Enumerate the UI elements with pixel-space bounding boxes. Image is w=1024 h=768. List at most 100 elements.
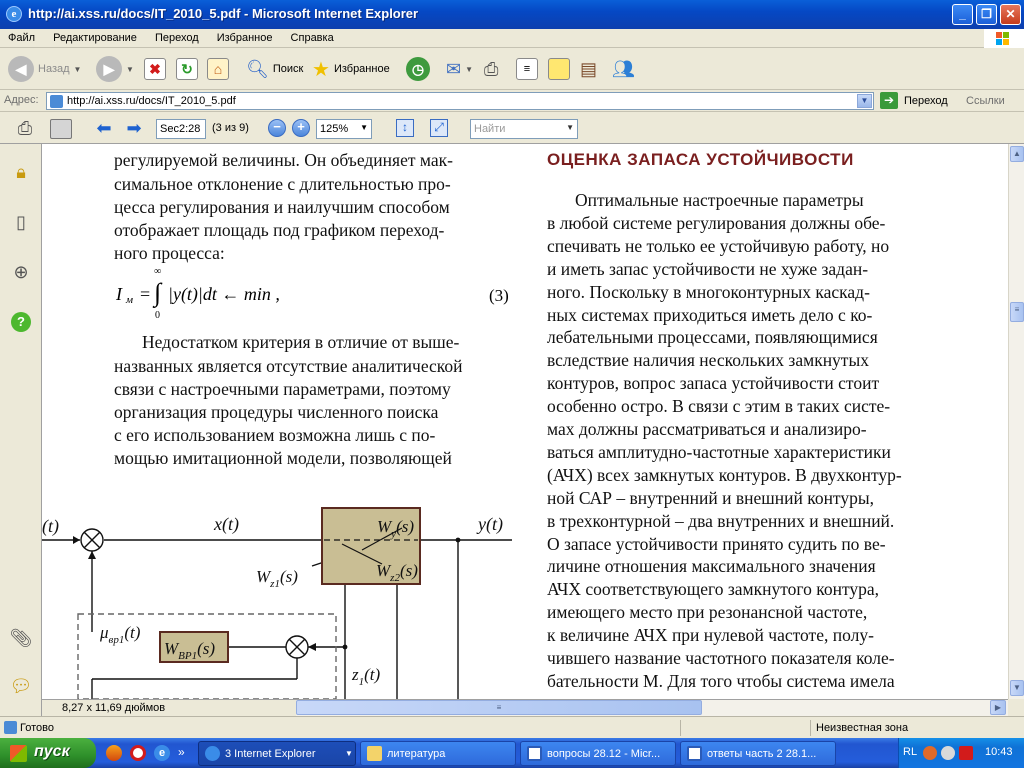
address-input[interactable]: http://ai.xss.ru/docs/IT_2010_5.pdf ▼ (46, 92, 874, 110)
forward-arrow-icon: ▶ (96, 56, 122, 82)
col1-line: симальное отклонение с длительностью про… (114, 174, 451, 194)
firefox-icon[interactable] (106, 745, 122, 761)
menu-help[interactable]: Справка (283, 29, 341, 44)
help-icon[interactable]: ? (9, 310, 33, 334)
discuss-button[interactable] (548, 53, 570, 85)
col2-line: имеющего место при резонансной частоте, (547, 602, 868, 623)
links-label[interactable]: Ссылки (966, 95, 1005, 107)
fit-width-icon[interactable]: ↕ (396, 119, 414, 137)
prev-page-icon[interactable]: ⬅ (94, 119, 114, 137)
minimize-button[interactable]: _ (952, 4, 973, 25)
find-input[interactable]: Найти ▼ (470, 119, 578, 139)
zoom-out-icon[interactable]: − (268, 119, 286, 137)
svg-text:x(t): x(t) (213, 514, 239, 535)
show-desktop-icon[interactable]: » (178, 745, 192, 761)
page-number-input[interactable]: Sec2:28 (156, 119, 206, 139)
forward-button[interactable]: ▶ ▼ (96, 53, 134, 85)
word-icon (687, 746, 702, 761)
language-indicator[interactable]: RL (903, 746, 917, 758)
scroll-thumb[interactable]: ≡ (1010, 302, 1024, 322)
security-zone: Неизвестная зона (816, 722, 909, 734)
back-dropdown-icon[interactable]: ▼ (74, 65, 82, 74)
pages-icon[interactable]: ▯ (9, 210, 33, 234)
security-lock-icon[interactable]: 🔒︎ (9, 160, 33, 184)
window-title: http://ai.xss.ru/docs/IT_2010_5.pdf - Mi… (28, 6, 419, 21)
equation-3: I м = ∞ ∫ 0 |y(t)|dt ← min , (3) (116, 266, 509, 321)
scroll-up-icon[interactable]: ▲ (1010, 146, 1024, 162)
col2-line: и иметь запас устойчивости не хуже задан… (547, 258, 869, 279)
pdf-document-view[interactable]: регулируемой величины. Он объединяет мак… (42, 144, 1008, 699)
search-icon: 🔍︎ (246, 58, 269, 79)
address-dropdown-icon[interactable]: ▼ (857, 94, 872, 108)
col2-line: контуров, вопрос запаса устойчивости сто… (547, 373, 880, 394)
research-button[interactable]: ▤ (580, 53, 597, 85)
opera-icon[interactable] (130, 745, 146, 761)
col2-line: ного. Поскольку в многоконтурных каскад- (547, 281, 870, 302)
horizontal-scrollbar[interactable]: ◀ ≡ ▶ (296, 699, 1008, 716)
back-button[interactable]: ◀ Назад ▼ (8, 53, 81, 85)
maximize-button[interactable]: ❐ (976, 4, 997, 25)
zoom-in-icon[interactable]: + (292, 119, 310, 137)
menu-file[interactable]: Файл (0, 29, 42, 44)
ie-quicklaunch-icon[interactable]: e (154, 745, 170, 761)
block-diagram: (t) x(t) y(t) Wy(s) Wz2(s) Wz1(s) WВР1(s… (42, 507, 512, 699)
task-internet-explorer[interactable]: 3 Internet Explorer ▼ (198, 741, 356, 766)
integral-sign: ∫ (154, 278, 162, 307)
tray-arrow-icon[interactable] (923, 746, 937, 760)
stop-button[interactable]: ✖ (144, 53, 166, 85)
col1-line: организация процедуры численного поиска (114, 402, 439, 422)
history-button[interactable]: ◷ (406, 53, 430, 85)
col2-line: к величине АЧХ при нулевой частоте, полу… (547, 625, 874, 646)
col2-line: спечивать не только ее устойчивую работу… (547, 235, 890, 256)
antivirus-icon[interactable] (959, 746, 973, 760)
scroll-down-icon[interactable]: ▼ (1010, 680, 1024, 696)
go-button[interactable]: Переход (904, 95, 948, 107)
scroll-right-icon[interactable]: ▶ (990, 700, 1006, 715)
ie-icon: e (6, 6, 22, 22)
col2-line: АЧХ соответствующего замкнутого контура, (547, 579, 880, 600)
hscroll-thumb[interactable]: ≡ (296, 700, 702, 715)
tray-app-icon[interactable] (941, 746, 955, 760)
print-button[interactable]: ⎙ (484, 53, 498, 85)
group-dropdown-icon[interactable]: ▼ (345, 749, 353, 758)
mail-dropdown-icon[interactable]: ▼ (465, 65, 473, 74)
messenger-button[interactable]: 👥︎ (612, 53, 635, 85)
attachment-icon[interactable]: 📎︎ (9, 626, 33, 650)
binoculars-icon[interactable]: ⊕ (9, 260, 33, 284)
favorites-button[interactable]: ★ Избранное (312, 53, 390, 85)
menu-favorites[interactable]: Избранное (209, 29, 280, 44)
pdf-print-icon[interactable]: ⎙ (12, 118, 38, 138)
clock: 10:43 (985, 746, 1013, 758)
start-button[interactable]: пуск (0, 738, 96, 768)
edit-button[interactable]: ≡ (516, 53, 538, 85)
task-folder[interactable]: литература (360, 741, 516, 766)
col1-line: ного процесса: (114, 243, 225, 263)
col1-line: с его использованием возможна лишь с по- (114, 425, 436, 445)
next-page-icon[interactable]: ➡ (124, 119, 144, 137)
mail-button[interactable]: ✉ ▼ (446, 53, 473, 85)
home-button[interactable]: ⌂ (207, 53, 229, 85)
vertical-scrollbar[interactable]: ▲ ≡ ▼ (1008, 144, 1024, 699)
fit-page-icon[interactable]: ⤢ (430, 119, 448, 137)
menu-edit[interactable]: Редактирование (45, 29, 144, 44)
menu-go[interactable]: Переход (147, 29, 206, 44)
col2-line: особенно остро. В связи с этим в таких с… (547, 396, 891, 417)
search-button[interactable]: 🔍︎ Поиск (246, 53, 303, 85)
ie-task-icon (205, 746, 220, 761)
forward-dropdown-icon[interactable]: ▼ (126, 65, 134, 74)
col2-line: ных системах приходиться иметь дело с ко… (547, 304, 873, 325)
col2-line: лебательными процессами, появляющимися (547, 327, 878, 348)
col2-line: в любой системе регулирования должны обе… (547, 212, 886, 233)
task-word-1[interactable]: вопросы 28.12 - Micr... (520, 741, 676, 766)
find-dropdown-icon[interactable]: ▼ (566, 123, 574, 132)
print-icon: ⎙ (484, 58, 499, 79)
pdf-save-icon[interactable] (50, 119, 72, 139)
task-word-2[interactable]: ответы часть 2 28.1... (680, 741, 836, 766)
comments-icon[interactable]: 💬︎ (9, 674, 33, 698)
close-button[interactable]: ✕ (1000, 4, 1021, 25)
go-arrow-icon[interactable]: ➔ (880, 92, 898, 109)
refresh-button[interactable]: ↻ (176, 53, 198, 85)
zoom-dropdown-icon[interactable]: ▼ (360, 123, 368, 132)
edit-icon: ≡ (516, 58, 538, 80)
zoom-select[interactable]: 125% ▼ (316, 119, 372, 139)
